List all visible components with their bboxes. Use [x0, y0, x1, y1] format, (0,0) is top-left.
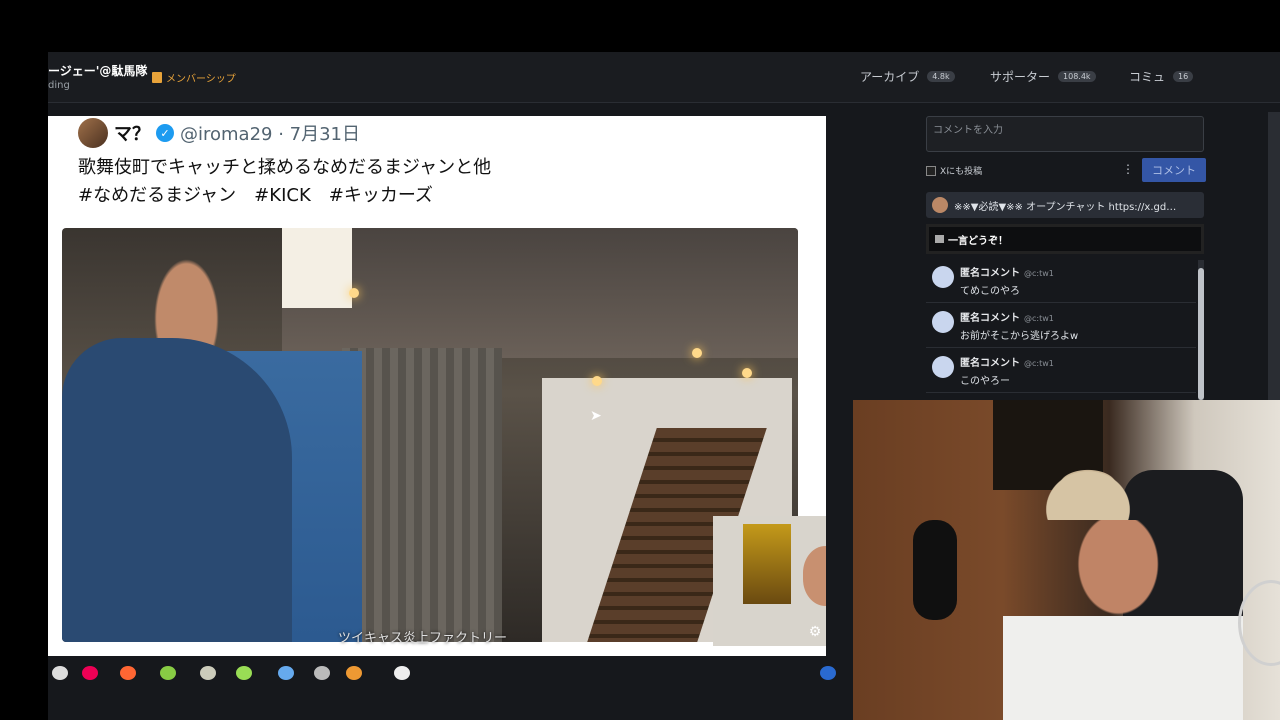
- microphone-icon: [913, 520, 957, 620]
- tweet-header: マ？ ✓ @iroma29 · 7月31日: [78, 118, 360, 148]
- ceiling-light: [692, 348, 702, 358]
- comment-submit-button[interactable]: コメント: [1142, 158, 1206, 182]
- reaction-icon[interactable]: [200, 666, 216, 680]
- tab-label: アーカイブ: [860, 70, 920, 84]
- tab-label: サポーター: [990, 70, 1051, 84]
- pip-poster: [743, 524, 791, 604]
- comment-author[interactable]: 匿名コメント @c:tw1: [960, 309, 1054, 324]
- reaction-icon[interactable]: [278, 666, 294, 680]
- tab-community[interactable]: コミュ 16: [1129, 68, 1194, 85]
- list-item: 匿名コメント @c:tw1 お前がそこから逃げろよw: [926, 303, 1196, 348]
- avatar: [78, 118, 108, 148]
- post-to-x-checkbox[interactable]: Xにも投稿: [926, 164, 982, 177]
- count-badge: 16: [1173, 71, 1194, 82]
- send-reaction-icon[interactable]: [820, 666, 836, 680]
- streamer-person: [1003, 520, 1243, 720]
- mouse-cursor-icon: ➤: [590, 408, 602, 424]
- chat-panel: コメントを入力 Xにも投稿 ⋮ コメント ※※▼必読▼※※ オープンチャット h…: [916, 112, 1216, 402]
- reaction-icon[interactable]: [346, 666, 362, 680]
- tab-archive[interactable]: アーカイブ 4.8k: [860, 68, 955, 85]
- tweet-handle-date: @iroma29 · 7月31日: [180, 124, 361, 145]
- channel-subtitle: ding: [48, 80, 70, 91]
- avatar: [932, 197, 948, 213]
- checkbox-icon[interactable]: [926, 165, 936, 176]
- comment-user-id: @c:tw1: [1024, 269, 1054, 278]
- pip-controls: ⚙ ✎: [809, 624, 826, 640]
- reaction-icon[interactable]: [394, 666, 410, 680]
- avatar: [932, 356, 954, 378]
- membership-button[interactable]: メンバーシップ: [152, 70, 236, 85]
- more-options-icon[interactable]: ⋮: [1122, 162, 1134, 176]
- page-scrollbar[interactable]: [1268, 112, 1280, 402]
- count-badge: 4.8k: [927, 71, 955, 82]
- comment-input[interactable]: コメントを入力: [926, 116, 1204, 152]
- comment-user-id: @c:tw1: [1024, 359, 1054, 368]
- tweet-text: 歌舞伎町でキャッチと揉めるなめだるまジャンと他 #なめだるまジャン #KICK …: [78, 154, 491, 210]
- announcement-text: ※※▼必読▼※※ オープンチャット https://x.gd…: [954, 201, 1177, 213]
- comment-text: このやろー: [960, 376, 1010, 387]
- comment-user-id: @c:tw1: [1024, 314, 1054, 323]
- avatar: [932, 311, 954, 333]
- reaction-icon[interactable]: [160, 666, 176, 680]
- post-to-x-label: Xにも投稿: [940, 167, 983, 177]
- reaction-icon[interactable]: [314, 666, 330, 680]
- gear-icon[interactable]: ⚙: [809, 624, 822, 640]
- count-badge: 108.4k: [1058, 71, 1096, 82]
- comment-name: 匿名コメント: [960, 313, 1020, 324]
- channel-header: ージェー'@駄馬隊 ding メンバーシップ アーカイブ 4.8k サポーター …: [48, 52, 1280, 103]
- pip-face: [803, 546, 826, 606]
- reaction-bar: [48, 662, 848, 682]
- hitokoto-box[interactable]: 一言どうぞ！: [926, 224, 1204, 254]
- bookmark-icon: [152, 72, 162, 83]
- tweet-photo: ➤: [62, 228, 798, 642]
- avatar: [932, 266, 954, 288]
- reaction-icon[interactable]: [52, 666, 68, 680]
- tab-label: コミュ: [1129, 70, 1166, 84]
- ceiling-light: [349, 288, 359, 298]
- reaction-icon[interactable]: [120, 666, 136, 680]
- ceiling-light: [592, 376, 602, 386]
- tweet-hashtags: #なめだるまジャン #KICK #キッカーズ: [78, 185, 433, 206]
- pinned-announcement[interactable]: ※※▼必読▼※※ オープンチャット https://x.gd…: [926, 192, 1204, 218]
- video-player[interactable]: マ？ ✓ @iroma29 · 7月31日 歌舞伎町でキャッチと揉めるなめだるま…: [48, 116, 826, 656]
- comment-scrollbar[interactable]: [1198, 260, 1204, 400]
- verified-icon: ✓: [156, 124, 174, 142]
- tab-supporters[interactable]: サポーター 108.4k: [990, 68, 1096, 85]
- photo-granite-wall: [342, 348, 502, 642]
- comment-list: 匿名コメント @c:tw1 てめこのやろ 匿名コメント @c:tw1 お前がそこから…: [926, 258, 1196, 398]
- photo-foreground-shoulder: [62, 338, 292, 642]
- hitokoto-label: 一言どうぞ！: [948, 235, 1008, 247]
- streamer-webcam: [853, 400, 1280, 720]
- electric-fan: [1238, 580, 1280, 666]
- comment-author[interactable]: 匿名コメント @c:tw1: [960, 354, 1054, 369]
- tweet-author-name: マ？: [114, 124, 150, 145]
- membership-label: メンバーシップ: [166, 74, 236, 85]
- reaction-icon[interactable]: [82, 666, 98, 680]
- reaction-icon[interactable]: [236, 666, 252, 680]
- comment-name: 匿名コメント: [960, 358, 1020, 369]
- comment-author[interactable]: 匿名コメント @c:tw1: [960, 264, 1054, 279]
- picture-in-picture[interactable]: ⚙ ✎: [713, 516, 826, 646]
- list-item: 匿名コメント @c:tw1 てめこのやろ: [926, 258, 1196, 303]
- ceiling-light: [742, 368, 752, 378]
- scrollbar-thumb[interactable]: [1198, 268, 1204, 400]
- comment-text: てめこのやろ: [960, 286, 1020, 297]
- comment-name: 匿名コメント: [960, 268, 1020, 279]
- stream-caption: ツイキャス炎上ファクトリー: [338, 631, 508, 646]
- tweet-line: 歌舞伎町でキャッチと揉めるなめだるまジャンと他: [78, 157, 492, 178]
- straw-hat: [1023, 450, 1153, 520]
- speech-bubble-icon: [935, 235, 944, 243]
- list-item: 匿名コメント @c:tw1 このやろー: [926, 348, 1196, 393]
- comment-text: お前がそこから逃げろよw: [960, 331, 1079, 342]
- channel-name[interactable]: ージェー'@駄馬隊: [48, 62, 147, 79]
